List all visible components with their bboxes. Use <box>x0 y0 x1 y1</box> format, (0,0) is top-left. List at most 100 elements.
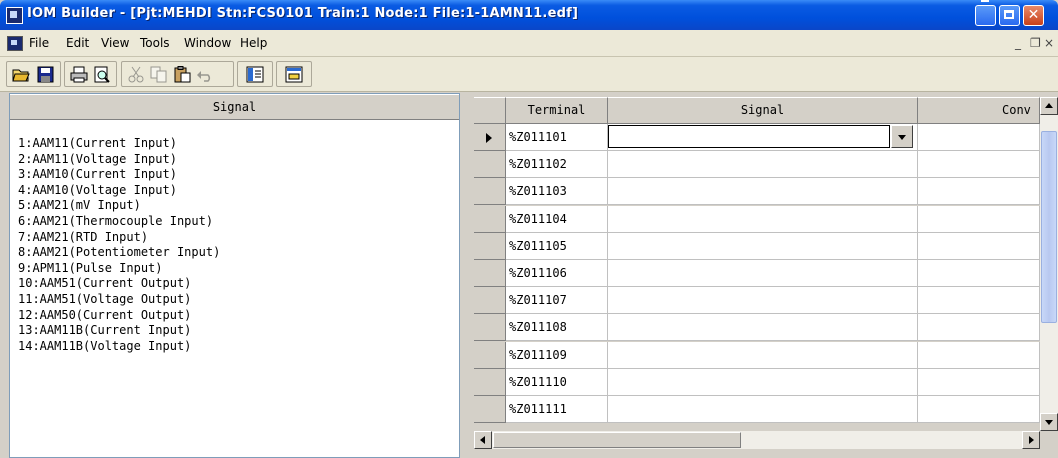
list-item[interactable]: 6:AAM21(Thermocouple Input) <box>18 214 220 230</box>
row-header[interactable] <box>474 368 506 396</box>
list-item[interactable]: 3:AAM10(Current Input) <box>18 167 220 183</box>
signal-cell[interactable] <box>608 205 918 233</box>
open-folder-icon[interactable] <box>12 66 30 83</box>
column-header-signal[interactable]: Signal <box>608 97 918 124</box>
conv-cell[interactable] <box>918 151 1040 179</box>
document-icon[interactable] <box>7 36 23 51</box>
cut-icon[interactable] <box>127 66 145 83</box>
mdi-restore-button[interactable]: ❐ <box>1030 36 1041 50</box>
conv-cell[interactable] <box>918 368 1040 396</box>
app-icon[interactable] <box>6 7 23 24</box>
list-item[interactable]: 13:AAM11B(Current Input) <box>18 323 220 339</box>
panel-splitter[interactable] <box>460 93 474 458</box>
signal-cell[interactable] <box>608 232 918 260</box>
scroll-up-button[interactable] <box>1040 97 1058 115</box>
print-preview-icon[interactable] <box>93 66 111 83</box>
scroll-left-button[interactable] <box>474 431 492 449</box>
conv-cell[interactable] <box>918 396 1040 423</box>
signal-cell[interactable] <box>608 396 918 423</box>
copy-icon[interactable] <box>150 66 168 83</box>
conv-cell[interactable] <box>918 314 1040 342</box>
conv-cell[interactable] <box>918 232 1040 260</box>
terminal-cell[interactable]: %Z011107 <box>506 287 608 315</box>
signal-cell[interactable] <box>608 314 918 342</box>
terminal-cell[interactable]: %Z011104 <box>506 205 608 233</box>
conv-cell[interactable] <box>918 205 1040 233</box>
horizontal-scrollbar[interactable] <box>474 431 1040 449</box>
list-item[interactable]: 10:AAM51(Current Output) <box>18 276 220 292</box>
list-item[interactable]: 1:AAM11(Current Input) <box>18 136 220 152</box>
menu-help[interactable]: Help <box>240 36 267 50</box>
list-item[interactable]: 5:AAM21(mV Input) <box>18 198 220 214</box>
conv-cell[interactable] <box>918 178 1040 206</box>
row-header[interactable] <box>474 341 506 369</box>
terminal-cell[interactable]: %Z011101 <box>506 124 608 151</box>
conv-cell[interactable] <box>918 287 1040 315</box>
row-header[interactable] <box>474 260 506 287</box>
maximize-button[interactable] <box>999 5 1020 26</box>
row-header[interactable] <box>474 124 506 151</box>
row-header[interactable] <box>474 314 506 342</box>
list-item[interactable]: 2:AAM11(Voltage Input) <box>18 152 220 168</box>
terminal-cell[interactable]: %Z011103 <box>506 178 608 206</box>
row-header[interactable] <box>474 287 506 315</box>
terminal-cell[interactable]: %Z011102 <box>506 151 608 179</box>
signal-cell[interactable] <box>608 151 918 179</box>
signal-cell[interactable] <box>608 124 918 151</box>
signal-combo-input[interactable] <box>608 125 890 148</box>
terminal-cell[interactable]: %Z011111 <box>506 396 608 423</box>
signal-cell[interactable] <box>608 287 918 315</box>
vertical-scrollbar[interactable] <box>1040 97 1058 431</box>
mdi-minimize-button[interactable]: _ <box>1015 36 1021 50</box>
row-header[interactable] <box>474 151 506 179</box>
current-row-arrow-icon <box>486 133 492 143</box>
conv-cell[interactable] <box>918 124 1040 151</box>
row-header[interactable] <box>474 396 506 423</box>
menu-edit[interactable]: Edit <box>66 36 89 50</box>
mdi-close-button[interactable]: × <box>1044 36 1054 50</box>
toolbar-group-panel <box>237 61 273 87</box>
signal-cell[interactable] <box>608 178 918 206</box>
terminal-cell[interactable]: %Z011105 <box>506 232 608 260</box>
signal-cell[interactable] <box>608 260 918 287</box>
paste-icon[interactable] <box>173 66 191 83</box>
detail-view-icon[interactable] <box>285 66 303 83</box>
list-item[interactable]: 8:AAM21(Potentiometer Input) <box>18 245 220 261</box>
conv-cell[interactable] <box>918 341 1040 369</box>
undo-icon[interactable] <box>196 66 214 83</box>
terminal-cell[interactable]: %Z011109 <box>506 341 608 369</box>
minimize-button[interactable] <box>975 0 996 26</box>
conv-cell[interactable] <box>918 260 1040 287</box>
list-item[interactable]: 4:AAM10(Voltage Input) <box>18 183 220 199</box>
panel-view-icon[interactable] <box>246 66 264 83</box>
terminal-cell[interactable]: %Z011110 <box>506 368 608 396</box>
menu-file[interactable]: File <box>29 36 49 50</box>
save-icon[interactable] <box>37 66 55 83</box>
terminal-cell[interactable]: %Z011108 <box>506 314 608 342</box>
scroll-right-button[interactable] <box>1022 431 1040 449</box>
signal-cell[interactable] <box>608 368 918 396</box>
column-header-terminal[interactable]: Terminal <box>506 97 608 124</box>
terminal-grid: Terminal Signal Conv %Z011101 %Z011102 %Z0… <box>474 93 1058 458</box>
list-item[interactable]: 14:AAM11B(Voltage Input) <box>18 339 220 355</box>
scroll-thumb[interactable] <box>1041 131 1057 323</box>
print-icon[interactable] <box>70 66 88 83</box>
close-button[interactable]: ✕ <box>1023 5 1044 26</box>
row-header[interactable] <box>474 178 506 206</box>
horizontal-scroll-thumb[interactable] <box>493 432 741 448</box>
list-item[interactable]: 9:APM11(Pulse Input) <box>18 261 220 277</box>
signal-cell[interactable] <box>608 341 918 369</box>
menu-tools[interactable]: Tools <box>140 36 170 50</box>
row-header[interactable] <box>474 232 506 260</box>
signal-dropdown-button[interactable] <box>891 125 913 148</box>
menu-view[interactable]: View <box>101 36 129 50</box>
list-item[interactable]: 11:AAM51(Voltage Output) <box>18 292 220 308</box>
menu-window[interactable]: Window <box>184 36 231 50</box>
row-header[interactable] <box>474 205 506 233</box>
column-header-conv[interactable]: Conv <box>918 97 1040 124</box>
list-item[interactable]: 12:AAM50(Current Output) <box>18 308 220 324</box>
title-bar[interactable]: IOM Builder - [Pjt:MEHDI Stn:FCS0101 Tra… <box>0 0 1058 30</box>
list-item[interactable]: 7:AAM21(RTD Input) <box>18 230 220 246</box>
terminal-cell[interactable]: %Z011106 <box>506 260 608 287</box>
scroll-down-button[interactable] <box>1040 413 1058 431</box>
